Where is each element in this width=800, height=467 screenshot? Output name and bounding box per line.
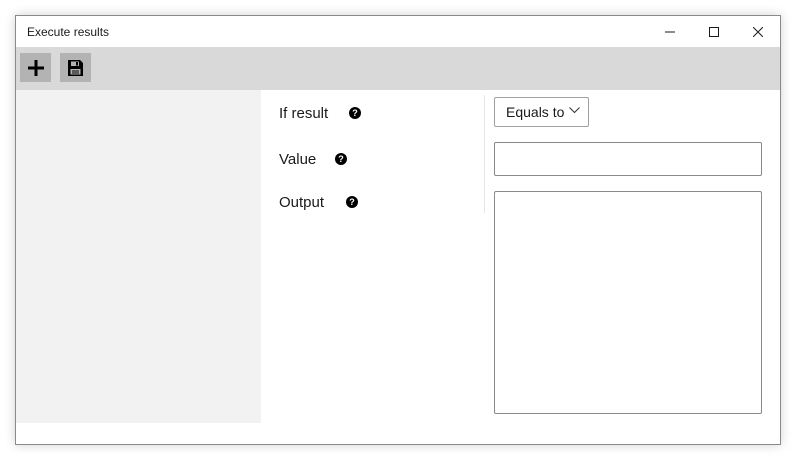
- value-label: Value: [279, 151, 317, 168]
- help-icon[interactable]: ?: [349, 107, 361, 119]
- toolbar: [16, 47, 780, 90]
- close-icon: [753, 26, 763, 37]
- close-button[interactable]: [736, 16, 780, 47]
- chevron-down-icon: [569, 107, 580, 114]
- help-icon[interactable]: ?: [346, 196, 358, 208]
- maximize-button[interactable]: [692, 16, 736, 47]
- add-button[interactable]: [20, 53, 51, 82]
- plus-icon: [27, 59, 44, 76]
- if-result-dropdown[interactable]: Equals to: [494, 97, 589, 127]
- window-title: Execute results: [27, 25, 110, 39]
- help-icon[interactable]: ?: [335, 153, 347, 165]
- if-result-label: If result: [279, 105, 329, 122]
- title-bar[interactable]: Execute results: [16, 16, 780, 47]
- save-button[interactable]: [60, 53, 91, 82]
- minimize-button[interactable]: [648, 16, 692, 47]
- value-input[interactable]: [494, 142, 762, 176]
- maximize-icon: [709, 26, 719, 37]
- floppy-disk-icon: [68, 59, 83, 76]
- minimize-icon: [665, 31, 675, 32]
- output-textarea[interactable]: [494, 191, 762, 414]
- output-label: Output: [279, 194, 325, 211]
- left-panel: [16, 90, 261, 423]
- app-window: Execute results If result ? Value ? Outp…: [15, 15, 781, 445]
- dropdown-selected-value: Equals to: [506, 104, 565, 120]
- column-divider: [484, 95, 485, 213]
